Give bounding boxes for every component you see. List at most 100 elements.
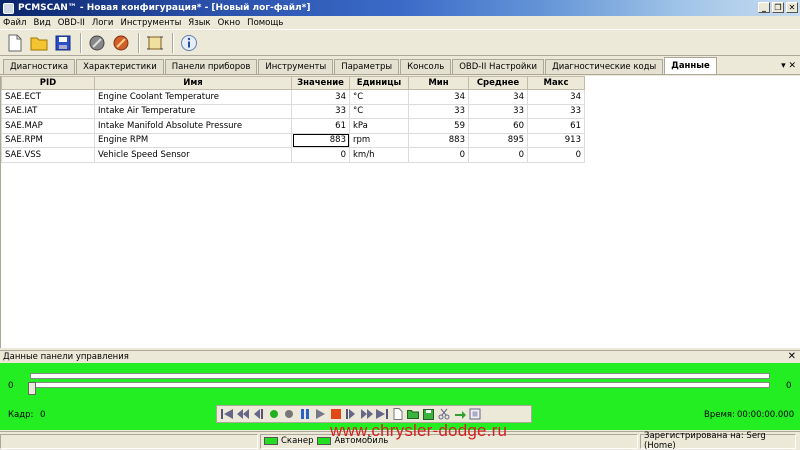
record-icon [285, 410, 293, 418]
table-row[interactable]: SAE.VSS Vehicle Speed Sensor 0 km/h 0 0 … [1, 147, 585, 163]
cell-avg: 60 [468, 118, 528, 134]
menu-language[interactable]: Язык [188, 18, 210, 28]
cell-value-selected[interactable]: 883 [291, 132, 350, 148]
open-folder-icon [407, 410, 419, 419]
slider-thumb[interactable] [28, 382, 36, 395]
tab-tools[interactable]: Инструменты [258, 59, 334, 74]
cell-min: 883 [408, 132, 469, 148]
save-disk-icon [423, 408, 434, 420]
toolbar-separator [172, 32, 174, 53]
pause-button[interactable] [298, 407, 312, 421]
disconnect-plug-icon [113, 35, 129, 50]
control-panel: 0 0 Кадр: 0 Время: 00:00:00.000 [0, 363, 800, 430]
skip-last-icon [376, 409, 388, 419]
col-header-avg[interactable]: Среднее [468, 76, 528, 90]
info-icon [181, 34, 197, 51]
tab-diagnostic-codes[interactable]: Диагностические коды [545, 59, 664, 74]
save-button[interactable] [52, 32, 74, 54]
tab-console[interactable]: Консоль [400, 59, 452, 74]
cell-max: 913 [527, 132, 585, 148]
cell-name: Intake Air Temperature [94, 103, 292, 119]
new-file-icon [8, 34, 22, 51]
tool-frame-button[interactable] [468, 407, 482, 421]
cell-name: Intake Manifold Absolute Pressure [94, 118, 292, 134]
cell-max: 34 [527, 89, 585, 105]
tab-characteristics[interactable]: Характеристики [76, 59, 164, 74]
new-file-button[interactable] [4, 32, 26, 54]
tab-diagnostics[interactable]: Диагностика [3, 59, 76, 74]
cell-avg: 34 [468, 89, 528, 105]
new-log-button[interactable] [391, 407, 405, 421]
col-header-max[interactable]: Макс [527, 76, 585, 90]
tab-dashboards[interactable]: Панели приборов [164, 59, 258, 74]
record-green-button[interactable] [267, 407, 281, 421]
cell-min: 34 [408, 89, 469, 105]
position-slider[interactable] [30, 382, 770, 388]
tab-data[interactable]: Данные [664, 57, 717, 74]
tabs-menu-icon[interactable]: ▾ ✕ [781, 61, 796, 71]
menu-logs[interactable]: Логи [92, 18, 114, 28]
cell-max: 0 [527, 147, 585, 163]
table-row[interactable]: SAE.RPM Engine RPM 883 rpm 883 895 913 [1, 132, 585, 148]
col-header-units[interactable]: Единицы [349, 76, 409, 90]
data-table-area: PID Имя Значение Единицы Мин Среднее Мак… [0, 76, 800, 348]
scanner-led [264, 437, 278, 445]
menu-file[interactable]: Файл [3, 18, 26, 28]
record-button[interactable] [282, 407, 296, 421]
save-log-button[interactable] [422, 407, 436, 421]
fast-forward-icon [360, 409, 373, 419]
menu-tools[interactable]: Инструменты [120, 18, 181, 28]
stop-button[interactable] [329, 407, 343, 421]
col-header-pid[interactable]: PID [1, 76, 95, 90]
fast-rewind-button[interactable] [236, 407, 250, 421]
pause-icon [300, 409, 309, 419]
close-icon[interactable]: ✕ [786, 2, 798, 13]
window-title: PCMSCAN™ - Новая конфигурация* - [Новый … [18, 3, 311, 13]
tab-strip: Диагностика Характеристики Панели прибор… [0, 57, 800, 75]
step-back-button[interactable] [251, 407, 265, 421]
disconnect-button[interactable] [110, 32, 132, 54]
cell-pid: SAE.RPM [1, 132, 95, 148]
toolbar-separator [138, 32, 140, 53]
menu-window[interactable]: Окно [218, 18, 241, 28]
cell-pid: SAE.IAT [1, 103, 95, 119]
table-row[interactable]: SAE.MAP Intake Manifold Absolute Pressur… [1, 118, 585, 134]
col-header-value[interactable]: Значение [291, 76, 350, 90]
watermark: www.chrysler-dodge.ru [330, 421, 508, 440]
last-frame-button[interactable] [375, 407, 389, 421]
status-cell-empty [0, 433, 258, 449]
tool-arrow-button[interactable] [453, 407, 467, 421]
connect-button[interactable] [86, 32, 108, 54]
scissors-icon [438, 408, 450, 420]
play-button[interactable] [313, 407, 327, 421]
cell-units: °C [349, 103, 409, 119]
table-row[interactable]: SAE.ECT Engine Coolant Temperature 34 °C… [1, 89, 585, 105]
title-bar: PCMSCAN™ - Новая конфигурация* - [Новый … [0, 0, 800, 16]
cell-max: 33 [527, 103, 585, 119]
cell-value: 33 [291, 103, 350, 119]
menu-view[interactable]: Вид [33, 18, 50, 28]
col-header-name[interactable]: Имя [94, 76, 292, 90]
restore-icon[interactable]: ❐ [772, 2, 784, 13]
cell-value: 0 [291, 147, 350, 163]
info-button[interactable] [178, 32, 200, 54]
tool-scissors-button[interactable] [437, 407, 451, 421]
range-track-top[interactable] [30, 373, 770, 379]
frame-button[interactable] [144, 32, 166, 54]
fast-forward-button[interactable] [360, 407, 374, 421]
minimize-icon[interactable]: _ [758, 2, 770, 13]
step-forward-button[interactable] [344, 407, 358, 421]
table-row[interactable]: SAE.IAT Intake Air Temperature 33 °C 33 … [1, 103, 585, 119]
slider-max-label: 0 [786, 381, 792, 391]
open-button[interactable] [28, 32, 50, 54]
menu-help[interactable]: Помощь [247, 18, 283, 28]
close-icon[interactable]: ✕ [788, 351, 796, 362]
tab-parameters[interactable]: Параметры [334, 59, 400, 74]
cell-min: 33 [408, 103, 469, 119]
menu-obd2[interactable]: OBD-II [58, 18, 85, 28]
first-frame-button[interactable] [220, 407, 234, 421]
open-log-button[interactable] [406, 407, 420, 421]
col-header-min[interactable]: Мин [408, 76, 469, 90]
cell-units: km/h [349, 147, 409, 163]
tab-obd2-settings[interactable]: OBD-II Настройки [452, 59, 545, 74]
